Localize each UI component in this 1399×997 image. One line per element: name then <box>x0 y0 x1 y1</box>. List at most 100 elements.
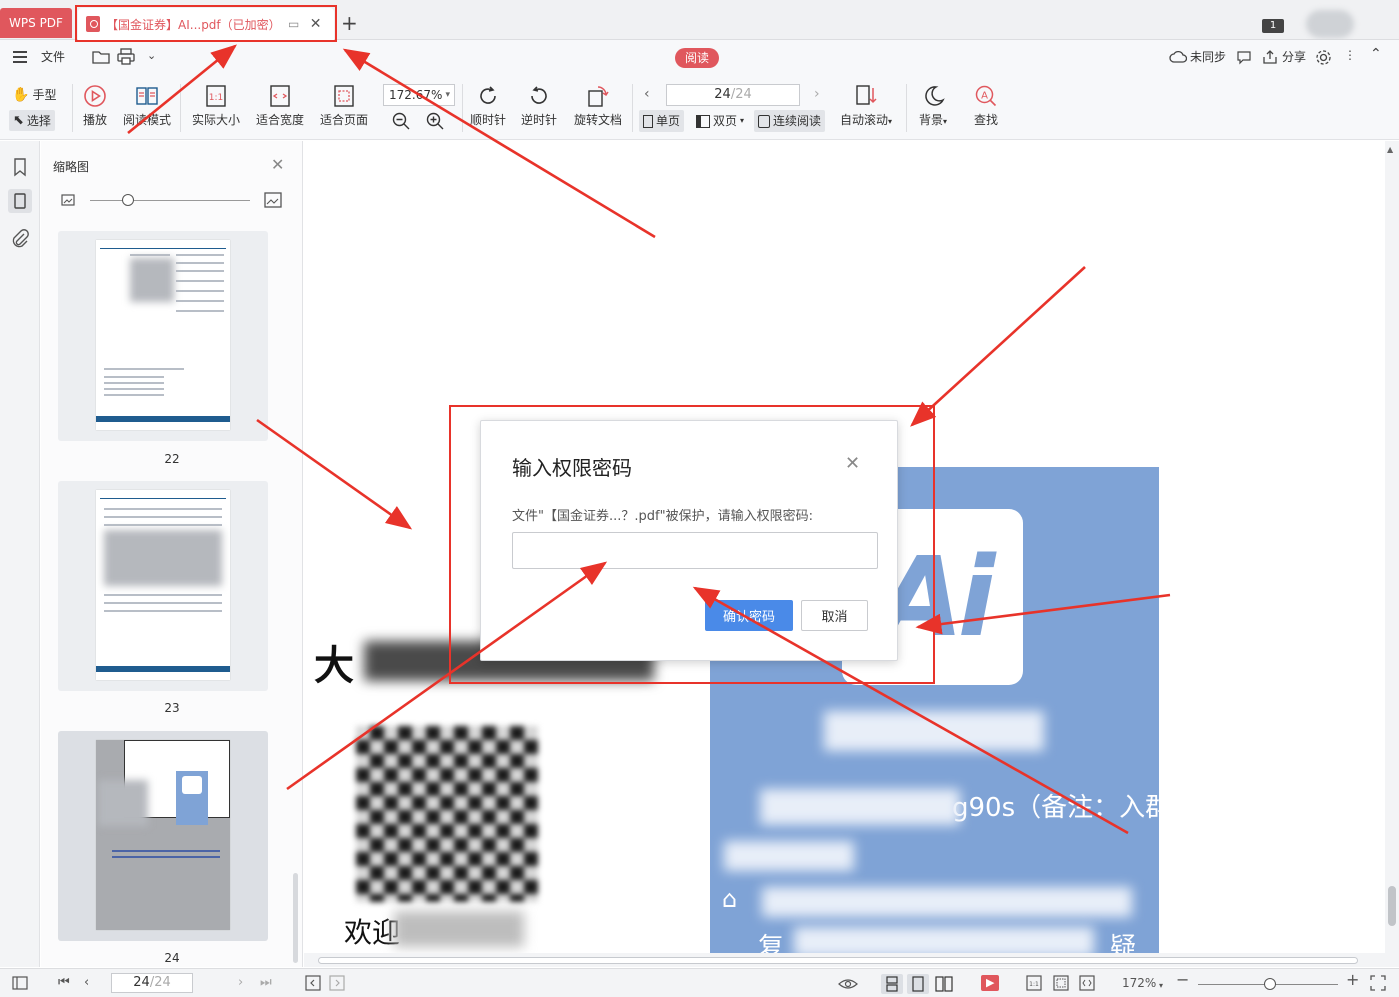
thumbnail-close-icon[interactable]: ✕ <box>271 155 284 174</box>
status-fit-width-icon[interactable] <box>1079 975 1095 991</box>
thumbnail-size-slider[interactable] <box>90 200 250 201</box>
open-folder-icon[interactable] <box>92 49 110 65</box>
select-tool-button[interactable]: ⬉ 选择 <box>9 110 55 131</box>
thumbnail-page-image <box>96 490 230 680</box>
rotate-document-button[interactable]: 旋转文档 <box>573 84 623 128</box>
background-button[interactable]: 背景▾ <box>914 84 952 128</box>
status-next-page-icon[interactable]: › <box>238 975 243 991</box>
cloud-sync-icon[interactable] <box>1169 50 1187 64</box>
status-zoom-out-button[interactable]: − <box>1176 972 1189 988</box>
zoom-in-icon[interactable] <box>426 112 444 130</box>
status-double-page-button[interactable] <box>933 974 955 994</box>
avatar[interactable] <box>1306 10 1354 38</box>
fit-page-label: 适合页面 <box>319 113 368 127</box>
fullscreen-icon[interactable] <box>1370 975 1386 991</box>
vertical-scroll-thumb[interactable] <box>1388 886 1396 926</box>
vertical-scrollbar[interactable] <box>1385 141 1399 967</box>
sidebar-toggle-icon[interactable] <box>12 975 28 991</box>
share-button[interactable]: 分享 <box>1282 49 1306 65</box>
prev-page-icon[interactable]: ‹ <box>644 86 650 102</box>
book-icon <box>136 87 158 105</box>
last-page-icon[interactable]: ⏭ <box>260 975 272 991</box>
status-actual-size-icon[interactable]: 1:1 <box>1026 975 1042 991</box>
fit-page-button[interactable]: 适合页面 <box>318 84 370 128</box>
double-page-label: 双页 <box>713 114 738 128</box>
forward-view-icon[interactable] <box>329 975 345 991</box>
thumbnail-larger-icon[interactable] <box>264 192 282 208</box>
status-zoom-slider-knob[interactable] <box>1264 978 1276 990</box>
back-view-icon[interactable] <box>305 975 321 991</box>
print-icon[interactable] <box>117 48 135 65</box>
status-page-input[interactable]: 24/24 <box>111 973 193 993</box>
window-count-badge[interactable]: 1 <box>1262 19 1284 33</box>
thumbnail-size-slider-knob[interactable] <box>122 194 134 206</box>
read-mode-badge[interactable]: 阅读 <box>675 48 719 68</box>
background-label: 背景 <box>918 113 943 127</box>
play-button[interactable]: 播放 <box>81 84 109 128</box>
blurred-text-line <box>762 887 1132 917</box>
share-icon[interactable] <box>1262 49 1278 65</box>
single-page-button[interactable]: 单页 <box>639 110 685 132</box>
rotate-counterclockwise-button[interactable]: 逆时针 <box>521 84 557 128</box>
auto-scroll-icon <box>856 85 877 105</box>
scroll-up-icon[interactable]: ▲ <box>1387 145 1393 154</box>
single-page-label: 单页 <box>656 114 681 128</box>
eye-protection-icon[interactable] <box>838 975 858 991</box>
double-page-button[interactable]: 双页 ▾ <box>692 110 748 132</box>
zoom-out-icon[interactable] <box>392 112 410 130</box>
single-page-view-icon <box>886 976 898 992</box>
more-options-icon[interactable]: ⋮ <box>1344 48 1356 62</box>
horizontal-scroll-thumb[interactable] <box>318 957 1358 964</box>
thumbnail-smaller-icon[interactable] <box>61 193 75 207</box>
bookmark-icon[interactable] <box>8 155 32 179</box>
thumbnail-scrollbar[interactable] <box>293 873 298 963</box>
find-button[interactable]: A 查找 <box>968 84 1004 128</box>
comment-icon[interactable] <box>1236 49 1252 65</box>
rotate-clockwise-label: 顺时针 <box>470 113 507 127</box>
double-page-icon <box>696 114 710 128</box>
settings-gear-icon[interactable] <box>1315 49 1332 66</box>
status-play-icon: ▶ <box>986 976 995 989</box>
status-fit-page-icon[interactable] <box>1053 975 1069 991</box>
more-dropdown-icon[interactable]: ⌄ <box>147 49 156 62</box>
play-icon <box>84 85 106 107</box>
thumbnail-panel-tab[interactable] <box>8 189 32 213</box>
hand-tool-button[interactable]: ✋ 手型 <box>12 86 56 103</box>
zoom-dropdown-icon[interactable]: ▾ <box>445 85 450 105</box>
annotation-tab-highlight <box>75 5 337 42</box>
bottom-text-a: 复 <box>758 933 785 953</box>
continuous-read-button[interactable]: 连续阅读 <box>754 110 826 132</box>
thumbnail-page-number: 22 <box>164 452 180 466</box>
blurred-text-line <box>724 841 854 871</box>
collapse-ribbon-icon[interactable]: ⌃ <box>1370 46 1382 62</box>
status-zoom-dropdown-icon[interactable]: ▾ <box>1159 978 1163 994</box>
new-tab-button[interactable]: + <box>341 12 358 34</box>
zoom-input[interactable]: 172.67% ▾ <box>383 84 455 106</box>
thumbnail-page-22[interactable] <box>58 231 268 441</box>
hamburger-menu-icon[interactable] <box>13 51 27 63</box>
actual-size-button[interactable]: 1:1 实际大小 <box>190 84 242 128</box>
blurred-text-line <box>794 927 1094 953</box>
page-number-input[interactable]: 24/24 <box>666 84 800 106</box>
status-single-page-button[interactable] <box>881 974 903 994</box>
sync-status[interactable]: 未同步 <box>1190 49 1226 65</box>
heading-left: 大 <box>314 643 354 689</box>
status-continuous-button[interactable] <box>907 974 929 994</box>
fit-width-button[interactable]: 适合宽度 <box>254 84 306 128</box>
app-tab[interactable]: WPS PDF <box>0 8 72 38</box>
attachment-icon[interactable] <box>8 227 32 251</box>
rotate-document-label: 旋转文档 <box>573 113 622 127</box>
thumbnail-page-23[interactable] <box>58 481 268 691</box>
first-page-icon[interactable]: ⏮ <box>58 975 70 991</box>
read-mode-button[interactable]: 阅读模式 <box>121 84 173 128</box>
status-zoom-label[interactable]: 172% <box>1122 975 1156 991</box>
status-zoom-in-button[interactable]: + <box>1346 972 1359 988</box>
status-play-button[interactable]: ▶ <box>981 975 999 991</box>
file-menu[interactable]: 文件 <box>41 49 65 65</box>
auto-scroll-button[interactable]: 自动滚动▾ <box>836 84 896 128</box>
next-page-icon[interactable]: › <box>814 86 820 102</box>
status-prev-page-icon[interactable]: ‹ <box>84 975 89 991</box>
rotate-clockwise-button[interactable]: 顺时针 <box>470 84 506 128</box>
status-page-current: 24 <box>133 975 150 990</box>
thumbnail-page-24[interactable] <box>58 731 268 941</box>
